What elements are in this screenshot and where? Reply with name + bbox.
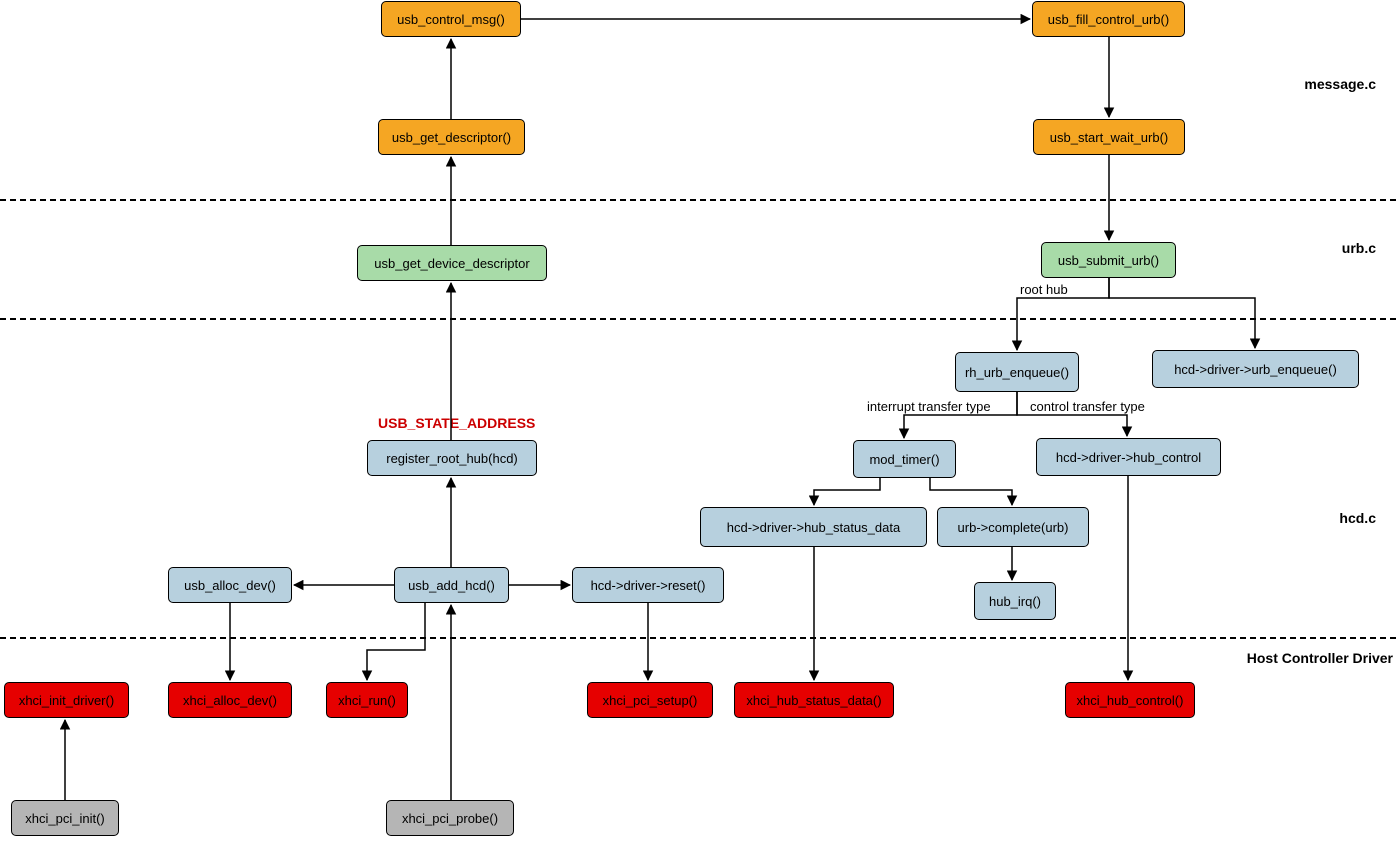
node-usb-alloc-dev: usb_alloc_dev() [168, 567, 292, 603]
node-urb-complete: urb->complete(urb) [937, 507, 1089, 547]
node-mod-timer: mod_timer() [853, 440, 956, 478]
annotation-usb-state-address: USB_STATE_ADDRESS [378, 415, 535, 431]
separator-urb-hcd [0, 318, 1396, 320]
node-rh-urb-enqueue: rh_urb_enqueue() [955, 352, 1079, 392]
node-xhci-run: xhci_run() [326, 682, 408, 718]
node-register-root-hub: register_root_hub(hcd) [367, 440, 537, 476]
node-usb-fill-control-urb: usb_fill_control_urb() [1032, 1, 1185, 37]
node-xhci-pci-probe: xhci_pci_probe() [386, 800, 514, 836]
node-hub-irq: hub_irq() [974, 582, 1056, 620]
node-xhci-pci-setup: xhci_pci_setup() [587, 682, 713, 718]
node-hcd-driver-hub-control: hcd->driver->hub_control [1036, 438, 1221, 476]
edge-label-interrupt: interrupt transfer type [867, 399, 991, 414]
section-label-host: Host Controller Driver [1247, 650, 1393, 666]
node-usb-add-hcd: usb_add_hcd() [394, 567, 509, 603]
section-label-urb: urb.c [1342, 240, 1376, 256]
edge-label-control: control transfer type [1030, 399, 1145, 414]
node-usb-get-descriptor: usb_get_descriptor() [378, 119, 525, 155]
node-xhci-init-driver: xhci_init_driver() [4, 682, 129, 718]
separator-hcd-host [0, 637, 1396, 639]
edge-label-root-hub: root hub [1020, 282, 1068, 297]
node-xhci-hub-control: xhci_hub_control() [1065, 682, 1195, 718]
section-label-message: message.c [1304, 76, 1376, 92]
separator-message-urb [0, 199, 1396, 201]
node-xhci-hub-status-data: xhci_hub_status_data() [734, 682, 894, 718]
node-hcd-driver-hub-status-data: hcd->driver->hub_status_data [700, 507, 927, 547]
node-usb-control-msg: usb_control_msg() [381, 1, 521, 37]
node-hcd-driver-reset: hcd->driver->reset() [572, 567, 724, 603]
node-usb-start-wait-urb: usb_start_wait_urb() [1033, 119, 1185, 155]
node-hcd-driver-urb-enqueue: hcd->driver->urb_enqueue() [1152, 350, 1359, 388]
node-usb-submit-urb: usb_submit_urb() [1041, 242, 1176, 278]
node-usb-get-device-descriptor: usb_get_device_descriptor [357, 245, 547, 281]
section-label-hcd: hcd.c [1339, 510, 1376, 526]
node-xhci-alloc-dev: xhci_alloc_dev() [168, 682, 292, 718]
node-xhci-pci-init: xhci_pci_init() [11, 800, 119, 836]
